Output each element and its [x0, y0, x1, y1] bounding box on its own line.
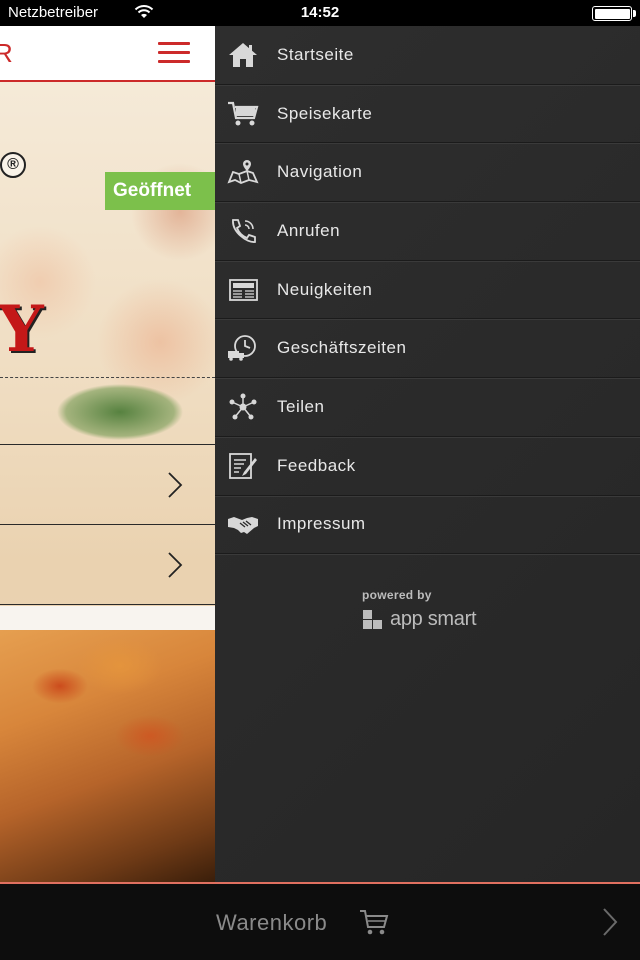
appsmart-logo[interactable]: app smart	[362, 604, 477, 634]
battery-tip	[633, 10, 636, 17]
main-page: ® Geöffnet Y R	[0, 26, 215, 882]
cart-label[interactable]: Warenkorb	[216, 910, 327, 936]
menu-list: Startseite Speisekarte Navigation Anrufe…	[215, 26, 640, 555]
menu-item-feedback[interactable]: Feedback	[215, 437, 640, 496]
menu-item-label: Neuigkeiten	[277, 279, 373, 299]
menu-item-geschaeftszeiten[interactable]: Geschäftszeiten	[215, 319, 640, 379]
clock-truck-icon	[227, 334, 259, 362]
menu-item-impressum[interactable]: Impressum	[215, 496, 640, 555]
handshake-icon	[227, 510, 259, 538]
pizza-photo	[0, 606, 215, 882]
menu-item-navigation[interactable]: Navigation	[215, 143, 640, 203]
header-title-partial: R	[0, 38, 13, 68]
photo-border	[0, 606, 215, 630]
cart-icon	[227, 100, 259, 128]
menu-item-label: Navigation	[277, 162, 363, 182]
divider	[0, 377, 215, 378]
menu-item-startseite[interactable]: Startseite	[215, 26, 640, 85]
phone-icon	[227, 217, 259, 245]
clock: 14:52	[300, 4, 340, 21]
menu-item-label: Geschäftszeiten	[277, 338, 407, 358]
menu-item-label: Teilen	[277, 396, 325, 416]
divider	[0, 524, 215, 525]
registered-mark: ®	[0, 152, 26, 178]
news-icon	[227, 276, 259, 304]
menu-item-neuigkeiten[interactable]: Neuigkeiten	[215, 261, 640, 320]
home-icon	[227, 41, 259, 69]
share-icon	[227, 393, 259, 421]
feedback-icon	[227, 452, 259, 480]
battery-icon	[592, 6, 632, 21]
menu-item-label: Feedback	[277, 455, 356, 475]
appsmart-brand: app smart	[390, 607, 477, 630]
powered-by-label: powered by	[362, 588, 432, 602]
menu-item-teilen[interactable]: Teilen	[215, 378, 640, 437]
menu-item-label: Speisekarte	[277, 103, 373, 123]
shopping-cart-icon	[360, 910, 389, 935]
chevron-right-icon[interactable]	[164, 470, 186, 500]
side-menu: Startseite Speisekarte Navigation Anrufe…	[215, 26, 640, 882]
restaurant-logo-partial: Y	[0, 292, 44, 367]
appsmart-logo-icon	[363, 610, 382, 629]
divider	[0, 444, 215, 445]
status-badge: Geöffnet	[105, 172, 215, 210]
chevron-right-icon[interactable]	[164, 550, 186, 580]
menu-item-anrufen[interactable]: Anrufen	[215, 202, 640, 261]
status-bar: Netzbetreiber 14:52	[0, 0, 640, 26]
map-icon	[227, 158, 259, 186]
app-header: R	[0, 26, 215, 82]
chevron-right-icon[interactable]	[600, 906, 620, 938]
menu-toggle-button[interactable]	[158, 42, 190, 64]
divider	[0, 604, 215, 605]
menu-item-label: Impressum	[277, 514, 366, 534]
menu-item-label: Anrufen	[277, 220, 341, 240]
menu-item-speisekarte[interactable]: Speisekarte	[215, 85, 640, 144]
cart-bar[interactable]: Warenkorb	[0, 884, 640, 960]
menu-item-label: Startseite	[277, 44, 354, 64]
